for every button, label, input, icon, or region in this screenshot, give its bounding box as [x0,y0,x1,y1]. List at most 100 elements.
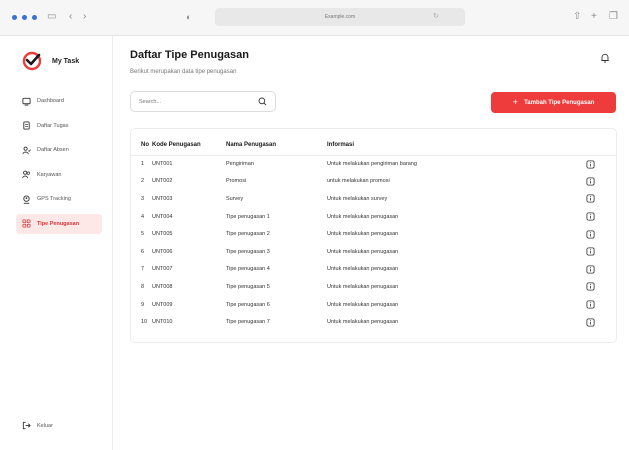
row-code: UNT007 [152,266,173,273]
grid-icon [22,219,31,228]
row-info: Untuk melakukan penugasan [327,213,399,220]
search-box[interactable] [130,91,276,112]
row-action [586,190,616,208]
row-name: Pengiriman [226,161,254,168]
row-code: UNT006 [152,248,173,255]
row-number: 8 [141,283,145,290]
sidebar-item-dashboard[interactable]: Dashboard [16,91,102,111]
tab-overview-icon[interactable]: ❐ [609,10,618,24]
info-icon[interactable] [586,160,595,169]
info-icon[interactable] [586,230,595,239]
row-action [586,296,616,314]
column-header-no[interactable]: No [131,135,152,156]
sidebar-item-gps-tracking[interactable]: GPS Tracking [16,189,102,209]
forward-icon[interactable]: › [83,10,86,24]
table-row[interactable]: 5 UNT005 Tipe penugasan 2 Untuk melakukan p… [131,225,616,243]
row-action [586,313,616,331]
info-icon[interactable] [586,247,595,256]
close-window-dot[interactable] [12,15,17,20]
info-icon[interactable] [586,265,595,274]
row-action [586,173,616,191]
sidebar-item-daftar-absen[interactable]: Daftar Absen [16,140,102,160]
browser-toolbar: ▭ ‹ › ◐ Example.com ↻ ⇧ + ❐ [0,0,629,36]
table-row[interactable]: 8 UNT008 Tipe penugasan 5 Untuk melakukan p… [131,278,616,296]
column-header-nama[interactable]: Nama Penugasan [226,135,327,156]
row-number: 9 [141,301,145,308]
table-row[interactable]: 3 UNT003 Survey Untuk melakukan survey [131,190,616,208]
sidebar-item-karyawan[interactable]: Karyawan [16,165,102,185]
row-number: 4 [141,213,145,220]
info-icon[interactable] [586,212,595,221]
table-row[interactable]: 6 UNT006 Tipe penugasan 3 Untuk melakukan p… [131,243,616,261]
sidebar-item-daftar-tugas[interactable]: Daftar Tugas [16,116,102,136]
minimize-window-dot[interactable] [22,15,27,20]
row-action [586,155,616,173]
table-body: 1 UNT001 Pengiriman Untuk melakukan pengiri… [131,155,616,331]
search-input[interactable] [139,98,258,105]
users-icon [22,170,30,179]
row-info: Untuk melakukan survey [327,195,388,202]
row-info: untuk melakukan promosi [327,178,390,185]
logout-label: Keluar [37,422,53,429]
row-code: UNT008 [152,283,173,290]
column-header-informasi[interactable]: Informasi [327,135,586,156]
table-row[interactable]: 10 UNT010 Tipe penugasan 7 Untuk melakukan … [131,313,616,331]
row-code: UNT004 [152,213,173,220]
row-code: UNT003 [152,195,173,202]
row-number: 5 [141,231,145,238]
info-icon[interactable] [586,318,595,327]
brand-name: My Task [52,57,80,65]
row-action [586,278,616,296]
row-info: Untuk melakukan penugasan [327,231,399,238]
new-tab-icon[interactable]: + [591,10,597,24]
sidebar-toggle-icon[interactable]: ▭ [47,10,56,24]
row-action [586,261,616,279]
share-icon[interactable]: ⇧ [573,10,581,24]
maximize-window-dot[interactable] [32,15,37,20]
table-row[interactable]: 4 UNT004 Tipe penugasan 1 Untuk melakukan p… [131,208,616,226]
row-code: UNT002 [152,178,173,185]
reload-icon[interactable]: ↻ [433,8,439,26]
address-bar-url: Example.com [324,14,356,20]
address-bar[interactable]: Example.com ↻ [215,8,465,26]
info-icon[interactable] [586,194,595,203]
page-title: Daftar Tipe Penugasan [130,49,249,61]
logout-icon [22,421,31,430]
table-row[interactable]: 1 UNT001 Pengiriman Untuk melakukan pengiri… [131,155,616,173]
info-icon[interactable] [586,300,595,309]
logout-button[interactable]: Keluar [22,421,53,430]
row-name: Tipe penugasan 2 [226,231,270,238]
row-name: Promosi [226,178,247,185]
row-name: Tipe penugasan 4 [226,266,270,273]
row-code: UNT009 [152,301,173,308]
search-icon[interactable] [258,97,267,106]
info-icon[interactable] [586,177,595,186]
table-row[interactable]: 9 UNT009 Tipe penugasan 6 Untuk melakukan p… [131,296,616,314]
sidebar-item-label: Tipe Penugasan [37,220,80,227]
add-assignment-type-button[interactable]: + Tambah Tipe Penugasan [491,92,616,113]
location-user-icon [23,195,30,204]
window-controls [12,15,37,20]
row-action [586,208,616,226]
sidebar: My Task Dashboard Daftar Tugas Daftar Ab… [0,36,113,450]
privacy-shield-icon[interactable]: ◐ [186,10,191,24]
table-row[interactable]: 7 UNT007 Tipe penugasan 4 Untuk melakukan p… [131,261,616,279]
sidebar-item-label: Daftar Absen [37,147,69,154]
row-info: Untuk melakukan penugasan [327,248,399,255]
sidebar-item-label: Daftar Tugas [37,122,69,129]
column-header-kode[interactable]: Kode Penugasan [152,135,226,156]
row-number: 6 [141,248,145,255]
notification-bell-icon[interactable] [600,53,610,63]
row-name: Tipe penugasan 1 [226,213,270,220]
row-name: Tipe penugasan 3 [226,248,270,255]
row-info: Untuk melakukan penugasan [327,301,399,308]
row-action [586,225,616,243]
back-icon[interactable]: ‹ [69,10,72,24]
main-content: Daftar Tipe Penugasan Berikut merupakan … [113,36,629,450]
brand[interactable]: My Task [22,51,79,71]
sidebar-item-tipe-penugasan[interactable]: Tipe Penugasan [16,213,102,234]
table-header-row: No Kode Penugasan Nama Penugasan Informa… [131,135,616,156]
info-icon[interactable] [586,282,595,291]
table-row[interactable]: 2 UNT002 Promosi untuk melakukan promosi [131,173,616,191]
row-name: Survey [226,195,244,202]
